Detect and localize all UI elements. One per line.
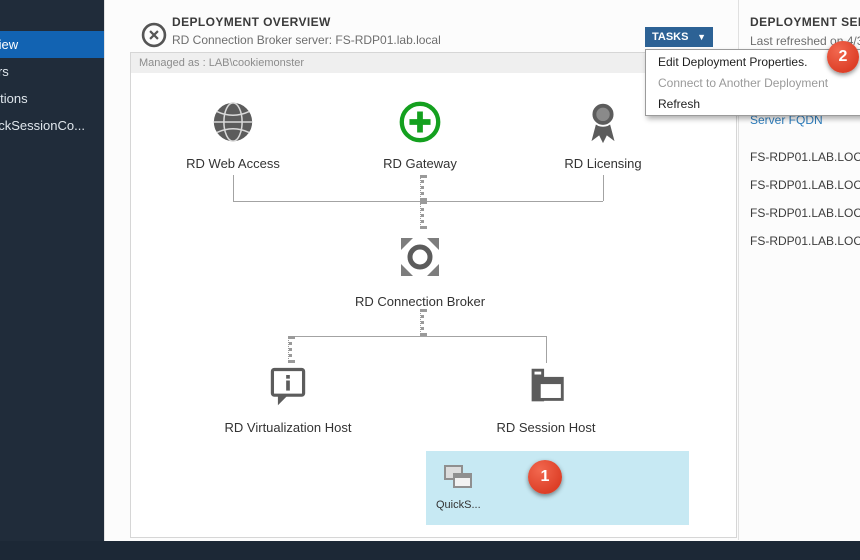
menu-item-refresh[interactable]: Refresh — [646, 94, 860, 115]
node-rd-session-host[interactable]: RD Session Host — [466, 363, 626, 435]
deployment-overview-icon — [140, 21, 168, 49]
annotation-step-1-badge: 1 — [528, 460, 562, 494]
node-label: RD Virtualization Host — [208, 420, 368, 435]
connector-line — [603, 175, 604, 201]
sidebar-item-label: Servers — [0, 58, 9, 85]
collection-name-label: QuickS... — [436, 499, 481, 511]
collection-windows-icon — [442, 463, 476, 498]
rds-sidebar: Overview Servers Collections QuickSessio… — [0, 0, 104, 560]
sidebar-item-label: Collections — [0, 85, 28, 112]
server-row[interactable]: FS-RDP01.LAB.LOCAL — [750, 234, 860, 248]
node-label: RD Web Access — [153, 156, 313, 171]
sidebar-item-label: Overview — [0, 31, 18, 58]
connector-line — [233, 201, 603, 202]
connector-line — [420, 175, 424, 201]
add-role-plus-icon — [397, 99, 443, 150]
tasks-button[interactable]: TASKS ▼ — [645, 27, 713, 47]
server-row[interactable]: FS-RDP01.LAB.LOCAL — [750, 178, 860, 192]
server-manager-window: Overview Servers Collections QuickSessio… — [0, 0, 860, 560]
connector-line — [546, 336, 547, 363]
connection-broker-icon — [394, 231, 446, 288]
sidebar-item-overview[interactable]: Overview — [0, 31, 104, 58]
node-rd-web-access[interactable]: RD Web Access — [153, 99, 313, 171]
node-rd-connection-broker[interactable]: RD Connection Broker — [340, 231, 500, 309]
page-title: DEPLOYMENT OVERVIEW — [172, 15, 331, 29]
node-label: RD Licensing — [523, 156, 683, 171]
taskbar — [0, 541, 860, 560]
connector-line — [420, 309, 424, 336]
connector-line — [288, 336, 546, 337]
node-rd-virtualization-host[interactable]: RD Virtualization Host — [208, 363, 368, 435]
node-label: RD Session Host — [466, 420, 626, 435]
globe-icon — [210, 99, 256, 150]
chevron-down-icon: ▼ — [697, 32, 706, 42]
info-bubble-icon — [266, 363, 310, 414]
sidebar-item-quicksessioncollection[interactable]: QuickSessionCo... — [0, 112, 104, 139]
sidebar-item-collections[interactable]: Collections — [0, 85, 104, 112]
license-ribbon-icon — [580, 99, 626, 150]
node-label: RD Connection Broker — [340, 294, 500, 309]
server-row[interactable]: FS-RDP01.LAB.LOCAL — [750, 150, 860, 164]
connector-line — [233, 175, 234, 201]
session-host-server-icon — [523, 363, 569, 414]
deployment-diagram: Managed as : LAB\cookiemonster RD Web Ac… — [130, 52, 737, 538]
tasks-button-label: TASKS — [652, 31, 688, 43]
connector-line — [288, 336, 292, 363]
deployment-servers-title: DEPLOYMENT SERVERS — [750, 15, 860, 29]
broker-server-subtitle: RD Connection Broker server: FS-RDP01.la… — [172, 33, 441, 47]
connector-line — [420, 201, 424, 229]
sidebar-item-label: QuickSessionCo... — [0, 112, 85, 139]
server-row[interactable]: FS-RDP01.LAB.LOCAL — [750, 206, 860, 220]
annotation-step-2-badge: 2 — [827, 41, 859, 73]
node-label: RD Gateway — [340, 156, 500, 171]
sidebar-item-servers[interactable]: Servers — [0, 58, 104, 85]
menu-item-connect-to-another-deployment: Connect to Another Deployment — [646, 73, 860, 94]
node-rd-gateway[interactable]: RD Gateway — [340, 99, 500, 171]
